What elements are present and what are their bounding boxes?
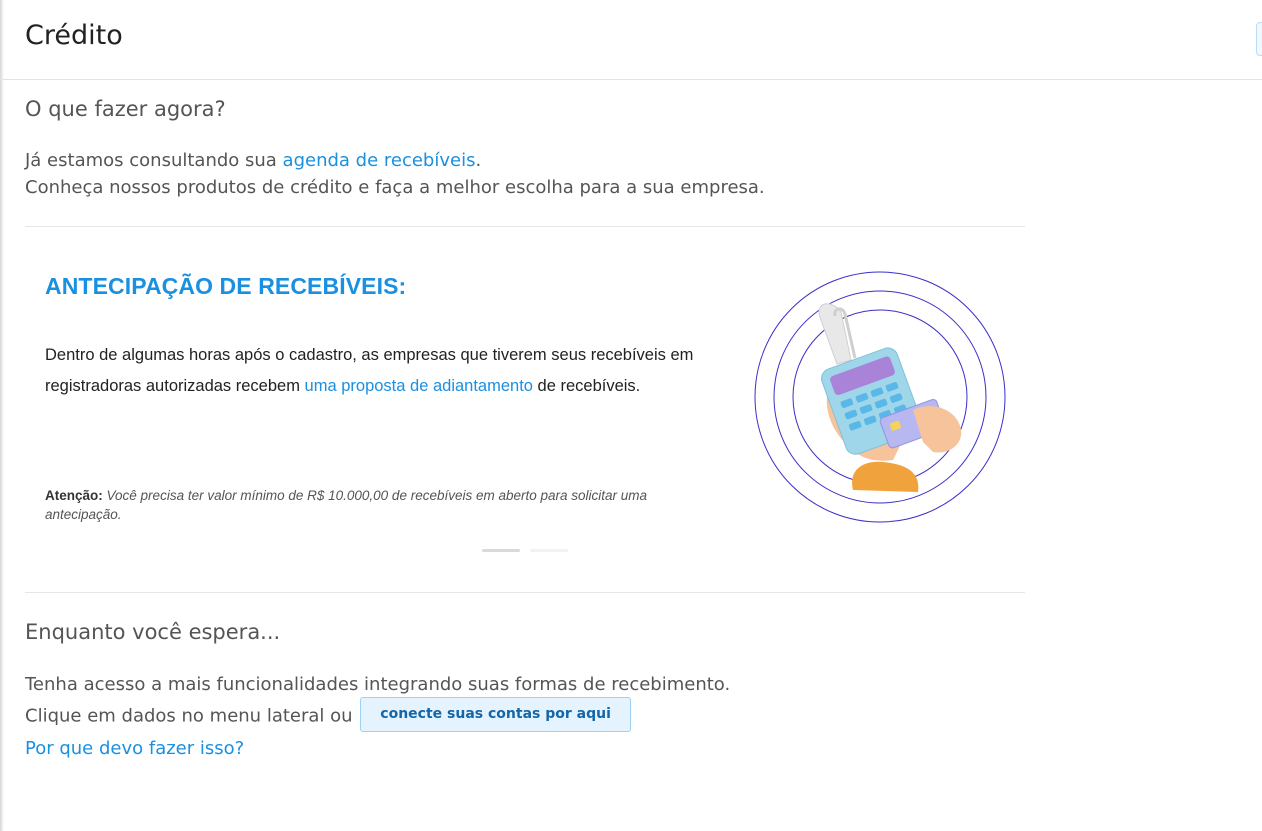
- card-attention-note: Atenção: Você precisa ter valor mínimo d…: [45, 486, 725, 524]
- card-title: ANTECIPAÇÃO DE RECEBÍVEIS:: [45, 273, 407, 299]
- card-payment-terminal-icon: [754, 271, 1006, 523]
- intro-line1-end: .: [475, 150, 482, 171]
- wait-text: Tenha acesso a mais funcionalidades inte…: [25, 670, 730, 763]
- receivables-schedule-link[interactable]: agenda de recebíveis: [283, 150, 476, 171]
- carousel-dot-2[interactable]: [530, 549, 568, 552]
- advance-proposal-link[interactable]: uma proposta de adiantamento: [305, 377, 533, 395]
- intro-text: Já estamos consultando sua agenda de rec…: [25, 147, 765, 201]
- divider-top: [25, 226, 1025, 227]
- page-header: Crédito: [0, 0, 1262, 80]
- note-label: Atenção:: [45, 488, 103, 503]
- divider-bottom: [25, 592, 1025, 593]
- connect-accounts-button[interactable]: conecte suas contas por aqui: [360, 697, 631, 732]
- section-heading-what-now: O que fazer agora?: [25, 97, 226, 121]
- card-description: Dentro de algumas horas após o cadastro,…: [45, 340, 745, 402]
- page-title: Crédito: [25, 20, 123, 51]
- wait-line2-text: Clique em dados no menu lateral ou: [25, 705, 353, 727]
- card-text-after: de recebíveis.: [532, 377, 641, 395]
- header-action-button[interactable]: [1256, 22, 1262, 56]
- wait-line1: Tenha acesso a mais funcionalidades inte…: [25, 674, 731, 695]
- intro-line1-text: Já estamos consultando sua: [25, 150, 283, 171]
- section-heading-while-waiting: Enquanto você espera...: [25, 620, 281, 644]
- carousel-dot-1[interactable]: [482, 549, 520, 552]
- intro-line2-text: Conheça nossos produtos de crédito e faç…: [25, 177, 765, 198]
- note-text: Você precisa ter valor mínimo de R$ 10.0…: [45, 488, 648, 522]
- page-edge-shadow: [0, 0, 4, 831]
- why-do-this-link[interactable]: Por que devo fazer isso?: [25, 738, 244, 759]
